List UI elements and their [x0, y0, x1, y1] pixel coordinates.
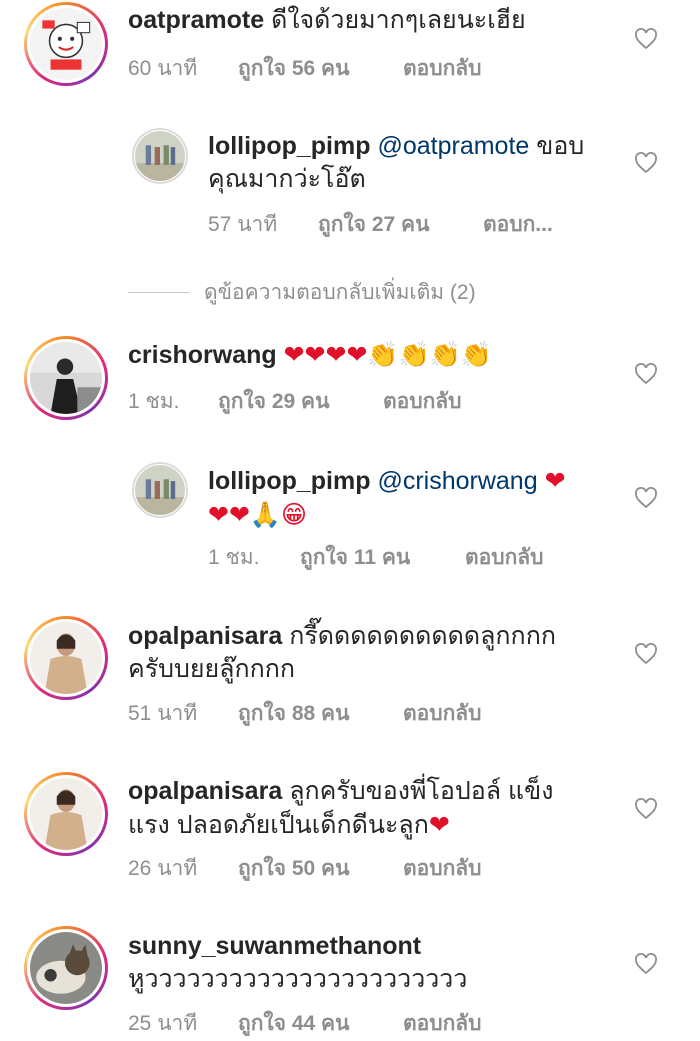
- comment-meta: 26 นาที ถูกใจ 50 คน ตอบกลับ: [128, 852, 482, 885]
- avatar[interactable]: [24, 2, 108, 86]
- avatar-image: [30, 342, 102, 414]
- avatar[interactable]: [132, 462, 188, 518]
- view-more-replies-label[interactable]: ดูข้อความตอบกลับเพิ่มเติม (2): [204, 276, 476, 309]
- comment-text: lollipop_pimp @crishorwang ❤ ❤❤🙏😁: [208, 464, 618, 531]
- like-count[interactable]: ถูกใจ 50 คน: [238, 852, 403, 885]
- comment-text: opalpanisara ลูกครับของพี่โอปอล์ แข็ง แร…: [128, 775, 628, 842]
- timestamp: 51 นาที: [128, 702, 198, 725]
- view-more-replies[interactable]: ดูข้อความตอบกลับเพิ่มเติม (2): [128, 276, 476, 309]
- comment-body: ดีใจด้วยมากๆเลยนะเฮีย: [271, 6, 526, 34]
- like-count[interactable]: ถูกใจ 88 คน: [238, 697, 403, 730]
- comment-text: lollipop_pimp @oatpramote ขอบ คุณมากว่ะโ…: [208, 130, 618, 196]
- reply-button[interactable]: ตอบก...: [483, 208, 553, 241]
- comment-body: หูววววววววววววววววววววววว: [128, 965, 468, 993]
- comment-meta: 25 นาที ถูกใจ 44 คน ตอบกลับ: [128, 1007, 482, 1040]
- avatar-image: [30, 932, 102, 1004]
- username[interactable]: opalpanisara: [128, 622, 282, 650]
- heart-emoji: ❤: [544, 466, 566, 495]
- comment-meta: 57 นาที ถูกใจ 27 คน ตอบก...: [208, 208, 553, 241]
- heart-icon[interactable]: [634, 152, 658, 174]
- comment-text: opalpanisara กรี๊ดดดดดดดดดดลูกกกก ครับบย…: [128, 620, 628, 686]
- comment-body: ขอบ: [529, 132, 585, 160]
- mention-link[interactable]: @oatpramote: [377, 132, 529, 160]
- like-count[interactable]: ถูกใจ 29 คน: [218, 385, 383, 418]
- avatar-image: [135, 131, 185, 181]
- reply-button[interactable]: ตอบกลับ: [403, 52, 482, 85]
- comment-meta: 1 ชม. ถูกใจ 29 คน ตอบกลับ: [128, 385, 462, 418]
- avatar[interactable]: [24, 616, 108, 700]
- reply-button[interactable]: ตอบกลับ: [383, 385, 462, 418]
- heart-icon[interactable]: [634, 953, 658, 975]
- heart-icon[interactable]: [634, 643, 658, 665]
- reply-button[interactable]: ตอบกลับ: [465, 541, 544, 574]
- avatar-image: [135, 465, 185, 515]
- heart-icon[interactable]: [634, 487, 658, 509]
- timestamp: 57 นาที: [208, 213, 278, 236]
- heart-emoji: ❤: [428, 810, 450, 839]
- like-count[interactable]: ถูกใจ 56 คน: [238, 52, 403, 85]
- divider: [128, 292, 190, 293]
- reply-button[interactable]: ตอบกลับ: [403, 852, 482, 885]
- avatar-image: [30, 622, 102, 694]
- timestamp: 26 นาที: [128, 857, 198, 880]
- username[interactable]: sunny_suwanmethanont: [128, 930, 628, 963]
- timestamp: 25 นาที: [128, 1012, 198, 1035]
- comment-body: กรี๊ดดดดดดดดดดลูกกกก: [289, 622, 556, 650]
- comment-emoji: ❤❤🙏😁: [208, 500, 308, 529]
- reply-button[interactable]: ตอบกลับ: [403, 1007, 482, 1040]
- mention-link[interactable]: @crishorwang: [377, 467, 537, 495]
- timestamp: 60 นาที: [128, 57, 198, 80]
- like-count[interactable]: ถูกใจ 11 คน: [300, 541, 465, 574]
- comment-text: sunny_suwanmethanont หูววววววววววววววววว…: [128, 930, 628, 996]
- comment-meta: 1 ชม. ถูกใจ 11 คน ตอบกลับ: [208, 541, 544, 574]
- heart-icon[interactable]: [634, 28, 658, 50]
- comment-body-line2: แรง ปลอดภัยเป็นเด็กดีนะลูก: [128, 811, 429, 839]
- like-count[interactable]: ถูกใจ 44 คน: [238, 1007, 403, 1040]
- like-count[interactable]: ถูกใจ 27 คน: [318, 208, 483, 241]
- avatar-image: [30, 8, 102, 80]
- avatar-image: [30, 778, 102, 850]
- comment-body-line2: ครับบยยลู๊กกกก: [128, 655, 296, 683]
- avatar[interactable]: [132, 128, 188, 184]
- username[interactable]: oatpramote: [128, 6, 264, 34]
- comment-meta: 51 นาที ถูกใจ 88 คน ตอบกลับ: [128, 697, 482, 730]
- timestamp: 1 ชม.: [128, 390, 180, 413]
- comment-text: crishorwang ❤❤❤❤👏👏👏👏: [128, 338, 628, 372]
- comment-emoji: ❤❤❤❤👏👏👏👏: [283, 340, 492, 369]
- comment-meta: 60 นาที ถูกใจ 56 คน ตอบกลับ: [128, 52, 482, 85]
- timestamp: 1 ชม.: [208, 546, 260, 569]
- comment-text: oatpramote ดีใจด้วยมากๆเลยนะเฮีย: [128, 4, 628, 37]
- avatar[interactable]: [24, 926, 108, 1010]
- heart-icon[interactable]: [634, 363, 658, 385]
- heart-icon[interactable]: [634, 798, 658, 820]
- username[interactable]: opalpanisara: [128, 777, 282, 805]
- username[interactable]: lollipop_pimp: [208, 132, 371, 160]
- comment-body: ลูกครับของพี่โอปอล์ แข็ง: [289, 777, 554, 805]
- avatar[interactable]: [24, 772, 108, 856]
- avatar[interactable]: [24, 336, 108, 420]
- username[interactable]: crishorwang: [128, 341, 277, 369]
- comment-body-line2: คุณมากว่ะโอ๊ต: [208, 165, 366, 193]
- username[interactable]: lollipop_pimp: [208, 467, 371, 495]
- reply-button[interactable]: ตอบกลับ: [403, 697, 482, 730]
